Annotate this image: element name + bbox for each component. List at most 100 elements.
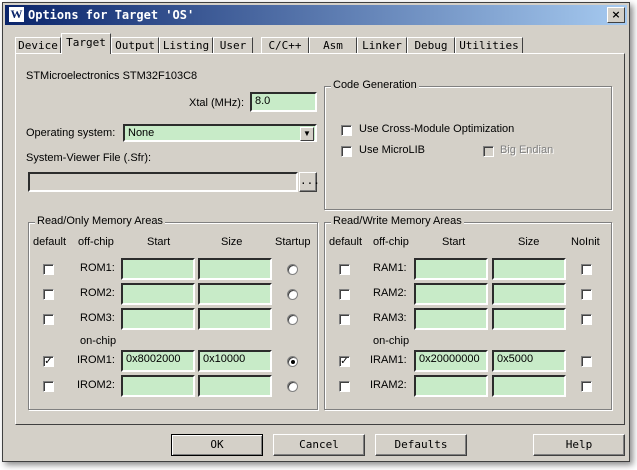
irom1-startup-radio[interactable]: [287, 356, 298, 367]
iram2-default-checkbox[interactable]: [339, 381, 350, 392]
rw-header-start: Start: [442, 236, 466, 248]
tab-debug[interactable]: Debug: [407, 37, 455, 53]
irom1-default-checkbox[interactable]: ✓: [43, 356, 54, 367]
iram1-label: IRAM1:: [370, 354, 407, 366]
rw-header-offchip: off-chip: [373, 236, 409, 248]
rom1-default-checkbox[interactable]: [43, 264, 54, 275]
microlib-label: Use MicroLIB: [359, 144, 426, 156]
ram1-noinit-checkbox[interactable]: [581, 264, 592, 275]
irom1-label: IROM1:: [77, 354, 115, 366]
tab-c-cpp[interactable]: C/C++: [261, 37, 309, 53]
rw-header-default: default: [329, 236, 363, 248]
iram1-size-input[interactable]: 0x5000: [492, 350, 566, 372]
ram3-size-input[interactable]: [492, 308, 566, 330]
iram2-noinit-checkbox[interactable]: [581, 381, 592, 392]
rw-header-size: Size: [518, 236, 540, 248]
close-button[interactable]: ×: [607, 7, 625, 23]
window-title: Options for Target 'OS': [28, 8, 195, 22]
tab-device[interactable]: Device: [15, 37, 61, 53]
defaults-button[interactable]: Defaults: [375, 434, 467, 456]
title-bar[interactable]: W Options for Target 'OS' ×: [5, 5, 627, 25]
sfr-label: System-Viewer File (.Sfr):: [26, 152, 152, 164]
rom3-label: ROM3:: [80, 312, 115, 324]
os-select-value: None: [128, 127, 155, 139]
sfr-input[interactable]: [28, 172, 298, 192]
irom1-size-input[interactable]: 0x10000: [198, 350, 272, 372]
ram1-size-input[interactable]: [492, 258, 566, 280]
ro-header-offchip: off-chip: [78, 236, 114, 248]
ro-memory-title: Read/Only Memory Areas: [35, 215, 165, 227]
ram2-start-input[interactable]: [414, 283, 488, 305]
tab-utilities[interactable]: Utilities: [455, 37, 523, 53]
big-endian-checkbox: [483, 146, 494, 157]
ram1-start-input[interactable]: [414, 258, 488, 280]
iram2-label: IRAM2:: [370, 379, 407, 391]
ram1-label: RAM1:: [373, 262, 407, 274]
irom2-size-input[interactable]: [198, 375, 272, 397]
chevron-down-icon[interactable]: ▼: [300, 127, 314, 141]
rw-memory-title: Read/Write Memory Areas: [331, 215, 464, 227]
tab-target[interactable]: Target: [61, 33, 111, 54]
iram2-start-input[interactable]: [414, 375, 488, 397]
help-button[interactable]: Help: [533, 434, 625, 456]
code-generation-title: Code Generation: [331, 79, 419, 91]
rom2-label: ROM2:: [80, 287, 115, 299]
iram1-default-checkbox[interactable]: ✓: [339, 356, 350, 367]
ro-header-default: default: [33, 236, 67, 248]
ram1-default-checkbox[interactable]: [339, 264, 350, 275]
os-select[interactable]: None ▼: [123, 124, 317, 142]
iram1-start-input[interactable]: 0x20000000: [414, 350, 488, 372]
ro-memory-group: Read/Only Memory Areas default off-chip …: [28, 215, 318, 410]
ram3-start-input[interactable]: [414, 308, 488, 330]
ro-onchip-label: on-chip: [80, 335, 117, 347]
rom2-size-input[interactable]: [198, 283, 272, 305]
rom1-size-input[interactable]: [198, 258, 272, 280]
ram2-label: RAM2:: [373, 287, 407, 299]
xtal-label: Xtal (MHz):: [189, 97, 244, 109]
code-generation-group: Code Generation Use Cross-Module Optimiz…: [324, 79, 612, 210]
cross-module-checkbox[interactable]: [341, 125, 352, 136]
irom2-startup-radio[interactable]: [287, 381, 298, 392]
tab-user[interactable]: User: [213, 37, 253, 53]
ram2-size-input[interactable]: [492, 283, 566, 305]
tab-output[interactable]: Output: [111, 37, 159, 53]
cross-module-label: Use Cross-Module Optimization: [359, 123, 515, 135]
rom3-start-input[interactable]: [121, 308, 195, 330]
rw-onchip-label: on-chip: [373, 335, 410, 347]
ram2-default-checkbox[interactable]: [339, 289, 350, 300]
rom3-startup-radio[interactable]: [287, 314, 298, 325]
irom2-default-checkbox[interactable]: [43, 381, 54, 392]
rom1-start-input[interactable]: [121, 258, 195, 280]
xtal-input[interactable]: 8.0: [250, 92, 317, 112]
ram2-noinit-checkbox[interactable]: [581, 289, 592, 300]
ram3-noinit-checkbox[interactable]: [581, 314, 592, 325]
os-label: Operating system:: [26, 127, 116, 139]
rom1-startup-radio[interactable]: [287, 264, 298, 275]
ram3-label: RAM3:: [373, 312, 407, 324]
ram3-default-checkbox[interactable]: [339, 314, 350, 325]
rom3-size-input[interactable]: [198, 308, 272, 330]
rom2-default-checkbox[interactable]: [43, 289, 54, 300]
ok-button[interactable]: OK: [171, 434, 263, 456]
iram1-noinit-checkbox[interactable]: [581, 356, 592, 367]
keil-app-icon: W: [9, 7, 24, 22]
tab-asm[interactable]: Asm: [309, 37, 357, 53]
tab-linker[interactable]: Linker: [357, 37, 407, 53]
irom1-start-input[interactable]: 0x8002000: [121, 350, 195, 372]
ro-header-start: Start: [147, 236, 171, 248]
target-panel: STMicroelectronics STM32F103C8 Xtal (MHz…: [15, 53, 625, 425]
microlib-checkbox[interactable]: [341, 146, 352, 157]
rom2-startup-radio[interactable]: [287, 289, 298, 300]
device-name: STMicroelectronics STM32F103C8: [26, 70, 198, 82]
rom2-start-input[interactable]: [121, 283, 195, 305]
rom3-default-checkbox[interactable]: [43, 314, 54, 325]
sfr-browse-button[interactable]: ...: [299, 172, 320, 192]
irom2-label: IROM2:: [77, 379, 115, 391]
tab-listing[interactable]: Listing: [159, 37, 213, 53]
irom2-start-input[interactable]: [121, 375, 195, 397]
ro-header-size: Size: [221, 236, 243, 248]
cancel-button[interactable]: Cancel: [273, 434, 365, 456]
ro-header-startup: Startup: [275, 236, 311, 248]
iram2-size-input[interactable]: [492, 375, 566, 397]
rw-header-noinit: NoInit: [571, 236, 600, 248]
